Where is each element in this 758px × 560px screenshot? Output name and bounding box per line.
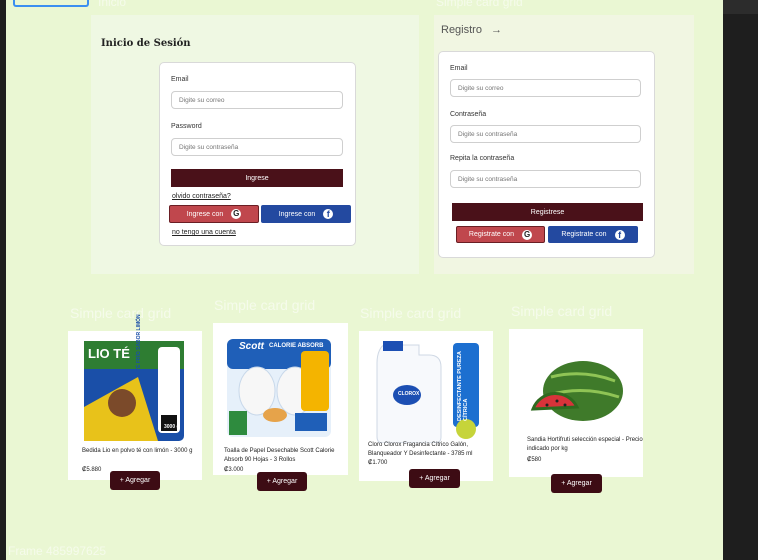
product-name-text: Cloro Clorox Fragancia Cítrico Galón, Bl…	[368, 442, 473, 457]
add-to-cart-label: + Agregar	[266, 478, 298, 485]
facebook-icon: f	[323, 209, 334, 219]
login-password-label: Password	[171, 123, 202, 130]
login-facebook-label: Ingrese con	[278, 210, 316, 218]
no-account-link[interactable]: no tengo una cuenta	[172, 229, 236, 236]
register-facebook-label: Registrate con	[561, 231, 607, 238]
google-icon: G	[522, 229, 533, 240]
product-name: Sandia Hortifruti selección especial - P…	[527, 437, 643, 452]
ghost-card-grid-label-1: Simple card grid	[70, 305, 172, 321]
add-to-cart-label: + Agregar	[419, 475, 450, 482]
lio-te-logo-text: LIO TÉ	[88, 346, 130, 361]
register-repeat-input[interactable]	[450, 170, 641, 188]
product-card: LIO TÉ TÉ FRÍO SABOR LIMÓN 3000 g Bedida…	[68, 314, 202, 480]
add-to-cart-label: + Agregar	[561, 480, 592, 487]
scott-sub-text: CALORIE ABSORB	[269, 343, 324, 349]
arrow-right-icon: →	[491, 24, 503, 36]
ghost-card-grid-label-3: Simple card grid	[360, 305, 462, 321]
login-email-label: Email	[171, 76, 189, 83]
register-title: Registro →	[441, 24, 502, 36]
register-password-label: Contraseña	[450, 111, 487, 118]
add-to-cart-button[interactable]: + Agregar	[551, 474, 602, 493]
register-title-text: Registro	[441, 24, 482, 36]
product-card: CLOROX DESINFECTANTE PUREZA CÍTRICA Clor…	[359, 331, 493, 481]
product-price: ₡1.700	[368, 460, 388, 466]
scott-logo-text: Scott	[239, 341, 264, 352]
product-card: Sandia Hortifruti selección especial - P…	[509, 329, 643, 477]
clorox-side-text: DESINFECTANTE PUREZA CÍTRICA	[457, 351, 469, 421]
product-name: Cloro Clorox Fragancia Cítrico Galón, Bl…	[368, 441, 488, 468]
login-facebook-button[interactable]: Ingrese con f	[261, 205, 351, 223]
product-name: Bedida Lio en polvo té con limón - 3000 …	[82, 448, 193, 454]
ghost-card-grid-label-2: Simple card grid	[214, 297, 316, 313]
login-password-input[interactable]	[171, 138, 343, 156]
login-submit-button[interactable]: Ingrese	[171, 169, 343, 187]
facebook-icon: f	[614, 229, 625, 240]
register-submit-button[interactable]: Registrese	[452, 203, 643, 221]
login-title: Inicio de Sesión	[101, 38, 191, 49]
add-to-cart-button[interactable]: + Agregar	[409, 469, 460, 488]
frame-name-label: Frame 485997625	[8, 544, 107, 558]
login-google-button[interactable]: Ingrese con G	[169, 205, 259, 223]
product-card: Scott CALORIE ABSORB Toalla de Papel Des…	[213, 323, 348, 475]
register-submit-label: Registrese	[530, 208, 565, 216]
register-facebook-button[interactable]: Registrate con f	[548, 226, 638, 243]
register-repeat-label: Repita la contraseña	[450, 155, 515, 162]
watermelon-product-image	[530, 361, 623, 421]
clorox-logo-text: CLOROX	[398, 391, 420, 397]
right-rail-header	[723, 0, 758, 14]
add-to-cart-button[interactable]: + Agregar	[110, 471, 160, 490]
login-submit-label: Ingrese	[245, 174, 269, 182]
product-name: Toalla de Papel Desechable Scott Calorie…	[224, 448, 335, 463]
register-email-input[interactable]	[450, 79, 641, 97]
lio-te-weight-text: 3000 g	[164, 424, 180, 430]
register-email-label: Email	[450, 65, 468, 72]
register-google-label: Registrate con	[468, 231, 515, 238]
google-icon: G	[231, 209, 242, 219]
lio-te-side-text: TÉ FRÍO SABOR LIMÓN	[136, 314, 142, 371]
product-price: ₡5.880	[82, 467, 102, 473]
login-email-input[interactable]	[171, 91, 343, 109]
add-to-cart-button[interactable]: + Agregar	[257, 472, 307, 491]
register-google-button[interactable]: Registrate con G	[456, 226, 545, 243]
selected-frame-outline[interactable]	[13, 0, 89, 7]
forgot-password-link[interactable]: olvido contraseña?	[172, 193, 231, 200]
right-rail	[723, 0, 758, 560]
product-price: ₡3.000	[224, 467, 244, 473]
register-password-input[interactable]	[450, 125, 641, 143]
product-price: ₡580	[527, 457, 542, 463]
ghost-frame-label-grid: Simple card grid	[436, 0, 523, 9]
login-google-label: Ingrese con	[186, 210, 224, 218]
ghost-frame-label-inicio: Inicio	[98, 0, 127, 9]
ghost-card-grid-label-4: Simple card grid	[511, 303, 613, 319]
add-to-cart-label: + Agregar	[119, 477, 151, 484]
